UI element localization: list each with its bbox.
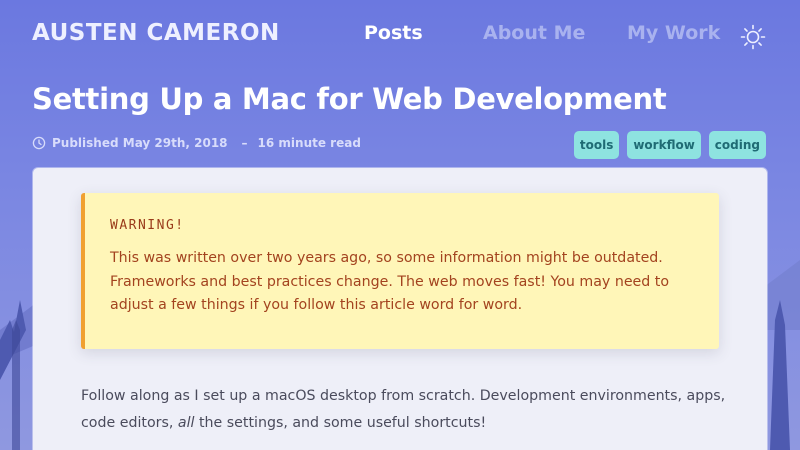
site-header: AUSTEN CAMERON Posts About Me My Work <box>0 0 800 72</box>
article-title: Setting Up a Mac for Web Development <box>32 82 667 116</box>
intro-paragraph: Follow along as I set up a macOS desktop… <box>81 383 731 437</box>
warning-label: WARNING! <box>110 218 185 233</box>
warning-text: This was written over two years ago, so … <box>110 250 670 313</box>
clock-icon <box>32 136 46 150</box>
tag-list: tools workflow coding <box>573 131 766 159</box>
tag-workflow[interactable]: workflow <box>627 131 701 159</box>
site-logo-text[interactable]: AUSTEN CAMERON <box>32 20 280 46</box>
article-meta: Published May 29th, 2018 – 16 minute rea… <box>32 134 361 152</box>
warning-callout: WARNING! This was written over two years… <box>81 193 719 349</box>
nav-posts[interactable]: Posts <box>364 22 423 44</box>
intro-emphasis: all <box>177 415 195 431</box>
read-time: 16 minute read <box>257 136 361 150</box>
nav-my-work[interactable]: My Work <box>627 22 720 44</box>
sun-icon[interactable] <box>740 24 766 50</box>
meta-separator: – <box>241 136 248 150</box>
published-date: Published May 29th, 2018 <box>52 136 228 150</box>
tag-coding[interactable]: coding <box>708 131 766 159</box>
intro-text-end: the settings, and some useful shortcuts! <box>194 415 487 431</box>
nav-about-me[interactable]: About Me <box>483 22 585 44</box>
article-body: WARNING! This was written over two years… <box>33 168 767 450</box>
tag-tools[interactable]: tools <box>573 131 620 159</box>
